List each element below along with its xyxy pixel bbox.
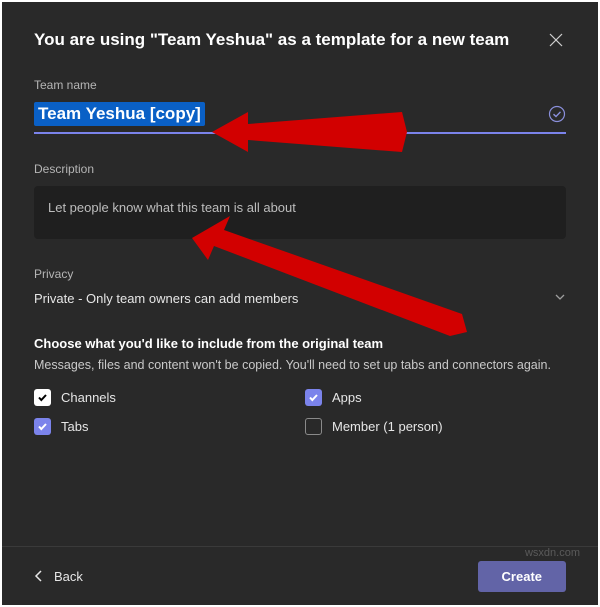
checkbox-box xyxy=(34,389,51,406)
checkbox-apps[interactable]: Apps xyxy=(305,389,566,406)
privacy-label: Privacy xyxy=(34,267,566,281)
include-section-desc: Messages, files and content won't be cop… xyxy=(34,357,566,375)
dialog-header: You are using "Team Yeshua" as a templat… xyxy=(34,2,566,50)
include-section-title: Choose what you'd like to include from t… xyxy=(34,336,566,351)
description-input[interactable]: Let people know what this team is all ab… xyxy=(34,186,566,239)
chevron-left-icon xyxy=(34,570,44,582)
checkbox-label: Tabs xyxy=(61,419,88,434)
checkbox-label: Apps xyxy=(332,390,362,405)
checkbox-label: Channels xyxy=(61,390,116,405)
checkbox-label: Member (1 person) xyxy=(332,419,443,434)
team-name-label: Team name xyxy=(34,78,566,92)
team-name-input[interactable]: Team Yeshua [copy] xyxy=(34,102,566,134)
description-label: Description xyxy=(34,162,566,176)
check-circle-icon xyxy=(548,105,566,123)
close-button[interactable] xyxy=(546,30,566,50)
close-icon xyxy=(549,33,563,47)
back-label: Back xyxy=(54,569,83,584)
dialog-title: You are using "Team Yeshua" as a templat… xyxy=(34,30,509,50)
create-button[interactable]: Create xyxy=(478,561,566,592)
checkbox-box xyxy=(34,418,51,435)
back-button[interactable]: Back xyxy=(34,569,83,584)
checkbox-member[interactable]: Member (1 person) xyxy=(305,418,566,435)
dialog-footer: Back Create xyxy=(2,546,598,605)
privacy-selected-value: Private - Only team owners can add membe… xyxy=(34,291,298,306)
chevron-down-icon xyxy=(554,291,566,306)
include-checkboxes: Channels Apps Tabs Member (1 person) xyxy=(34,389,566,435)
checkbox-box xyxy=(305,389,322,406)
description-placeholder: Let people know what this team is all ab… xyxy=(48,200,296,215)
checkbox-box xyxy=(305,418,322,435)
checkbox-tabs[interactable]: Tabs xyxy=(34,418,295,435)
checkbox-channels[interactable]: Channels xyxy=(34,389,295,406)
privacy-dropdown[interactable]: Private - Only team owners can add membe… xyxy=(34,291,566,306)
create-team-dialog: You are using "Team Yeshua" as a templat… xyxy=(2,2,598,605)
team-name-value: Team Yeshua [copy] xyxy=(34,102,205,126)
